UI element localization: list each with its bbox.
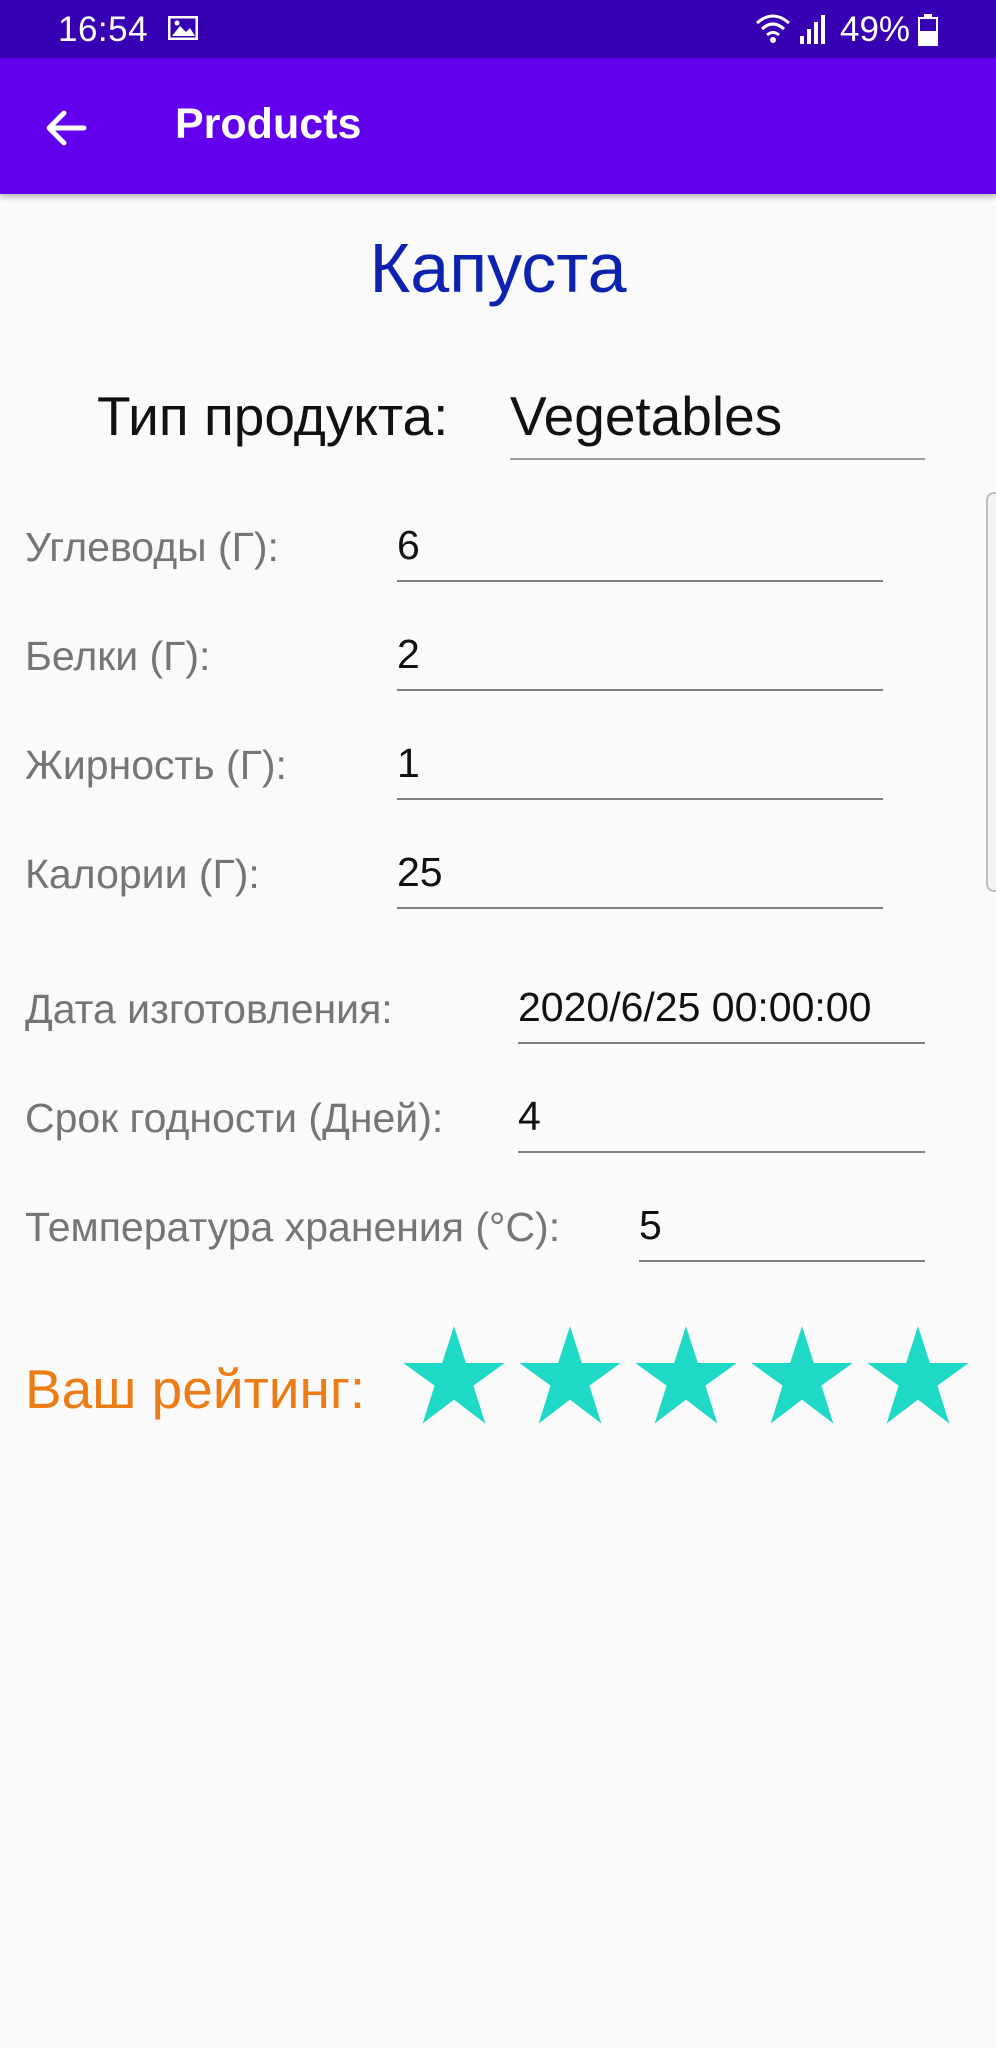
rating-star-1[interactable] xyxy=(400,1323,508,1431)
shelf-life-field[interactable]: 4 xyxy=(518,1093,925,1153)
wifi-icon xyxy=(756,14,790,43)
calories-field[interactable]: 25 xyxy=(397,849,883,909)
rating-star-4[interactable] xyxy=(748,1323,856,1431)
carbs-label: Углеводы (Г): xyxy=(25,524,279,570)
back-button[interactable] xyxy=(28,98,108,158)
storage-temp-field[interactable]: 5 xyxy=(639,1202,925,1262)
calories-label: Калории (Г): xyxy=(25,851,260,897)
app-title: Products xyxy=(175,100,362,148)
rating-star-2[interactable] xyxy=(516,1323,624,1431)
product-type-field[interactable]: Vegetables xyxy=(510,384,925,460)
signal-icon xyxy=(800,15,825,44)
fat-label: Жирность (Г): xyxy=(25,742,287,788)
scroll-indicator[interactable] xyxy=(986,492,996,892)
product-name: Капуста xyxy=(369,229,627,307)
status-bar: 16:54 49% xyxy=(0,0,996,58)
status-time: 16:54 xyxy=(58,10,149,49)
carbs-field[interactable]: 6 xyxy=(397,522,883,582)
arrow-back-icon xyxy=(46,110,87,146)
shelf-life-label: Срок годности (Дней): xyxy=(25,1095,444,1141)
protein-field[interactable]: 2 xyxy=(397,631,883,691)
storage-temp-label: Температура хранения (°C): xyxy=(25,1204,561,1250)
fat-field[interactable]: 1 xyxy=(397,740,883,800)
rating-star-5[interactable] xyxy=(864,1323,972,1431)
rating-star-3[interactable] xyxy=(632,1323,740,1431)
battery-percent: 49% xyxy=(840,10,911,49)
battery-icon xyxy=(918,14,938,46)
manufacture-date-field[interactable]: 2020/6/25 00:00:00 xyxy=(518,984,925,1044)
rating-label: Ваш рейтинг: xyxy=(25,1358,366,1420)
app-bar: Products xyxy=(0,58,996,194)
image-icon xyxy=(168,16,198,40)
manufacture-date-label: Дата изготовления: xyxy=(25,986,393,1032)
product-type-label: Тип продукта: xyxy=(97,385,449,447)
protein-label: Белки (Г): xyxy=(25,633,211,679)
